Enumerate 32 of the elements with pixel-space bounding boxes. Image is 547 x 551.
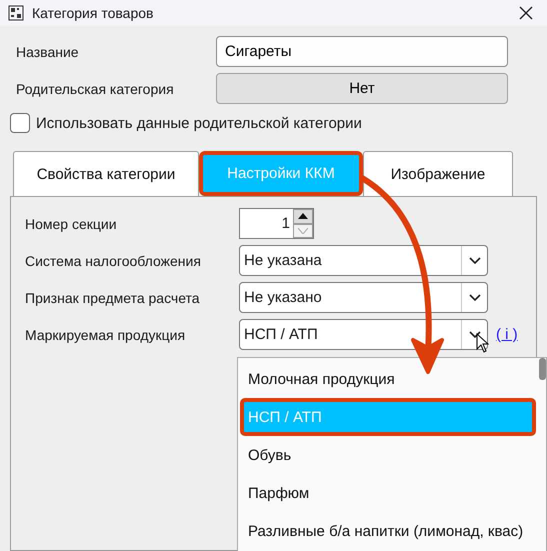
spin-up-button[interactable] bbox=[293, 209, 313, 224]
mouse-cursor-icon bbox=[476, 333, 489, 353]
caret-down-icon bbox=[298, 228, 308, 234]
checkbox[interactable] bbox=[10, 113, 30, 133]
close-icon bbox=[519, 6, 533, 20]
name-field[interactable]: Сигареты bbox=[216, 36, 508, 67]
section-number-field[interactable]: 1 bbox=[239, 208, 314, 239]
field-label: Название bbox=[15, 44, 80, 60]
window-title: Категория товаров bbox=[32, 5, 154, 21]
tab[interactable]: Свойства категории bbox=[13, 151, 199, 196]
setting-label: Система налогообложения bbox=[25, 252, 202, 268]
checkbox-label: Использовать данные родительской категории bbox=[36, 114, 362, 132]
select-field[interactable]: НСП / АТП bbox=[239, 319, 488, 350]
dropdown-option[interactable]: Разливные б/а напитки (лимонад, квас) bbox=[240, 512, 536, 550]
select-field[interactable]: Не указана bbox=[239, 245, 488, 276]
dropdown-option[interactable]: Молочная продукция bbox=[240, 360, 536, 398]
info-link[interactable]: ( i ) bbox=[496, 326, 518, 343]
dropdown-option[interactable]: Обувь bbox=[240, 436, 536, 474]
dropdown-option[interactable]: Парфюм bbox=[240, 474, 536, 512]
tab[interactable]: Изображение bbox=[363, 151, 513, 196]
chevron-down-icon bbox=[468, 256, 480, 264]
setting-label: Признак предмета расчета bbox=[25, 290, 201, 306]
app-icon bbox=[8, 5, 24, 21]
parent-category-button[interactable]: Нет bbox=[216, 73, 508, 104]
caret-up-icon bbox=[298, 213, 308, 220]
setting-label: Номер секции bbox=[25, 216, 118, 232]
chevron-down-icon bbox=[468, 294, 480, 302]
chevron-down-icon bbox=[468, 330, 480, 338]
scrollbar-thumb[interactable] bbox=[539, 358, 546, 380]
setting-label: Маркируемая продукция bbox=[25, 326, 186, 342]
field-label: Родительская категория bbox=[15, 80, 175, 96]
select-field[interactable]: Не указано bbox=[239, 282, 488, 313]
